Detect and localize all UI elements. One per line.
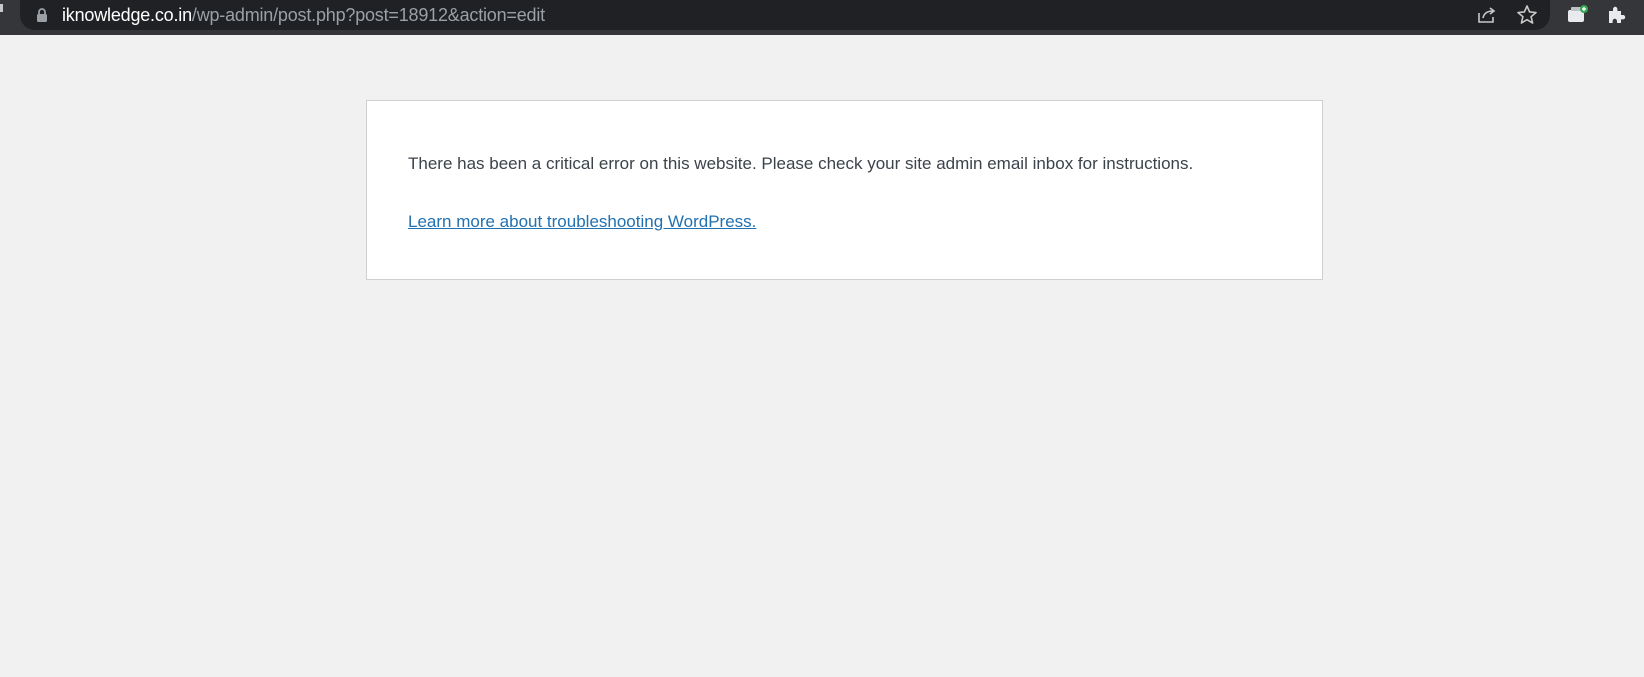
critical-error-message: There has been a critical error on this … (408, 154, 1194, 173)
troubleshooting-link[interactable]: Learn more about troubleshooting WordPre… (408, 210, 756, 234)
critical-error-box: There has been a critical error on this … (366, 100, 1323, 280)
share-icon[interactable] (1475, 3, 1499, 27)
browser-toolbar: iknowledge.co.in/wp-admin/post.php?post=… (0, 0, 1644, 35)
address-bar-url[interactable]: iknowledge.co.in/wp-admin/post.php?post=… (62, 4, 545, 26)
lock-icon[interactable] (36, 7, 48, 23)
url-path: /wp-admin/post.php?post=18912&action=edi… (191, 5, 545, 25)
window-edge-marker (0, 4, 3, 12)
puzzle-extensions-icon[interactable] (1605, 3, 1629, 27)
bookmark-star-icon[interactable] (1515, 3, 1539, 27)
url-host: iknowledge.co.in (62, 5, 192, 25)
extension-icon[interactable] (1565, 3, 1589, 27)
